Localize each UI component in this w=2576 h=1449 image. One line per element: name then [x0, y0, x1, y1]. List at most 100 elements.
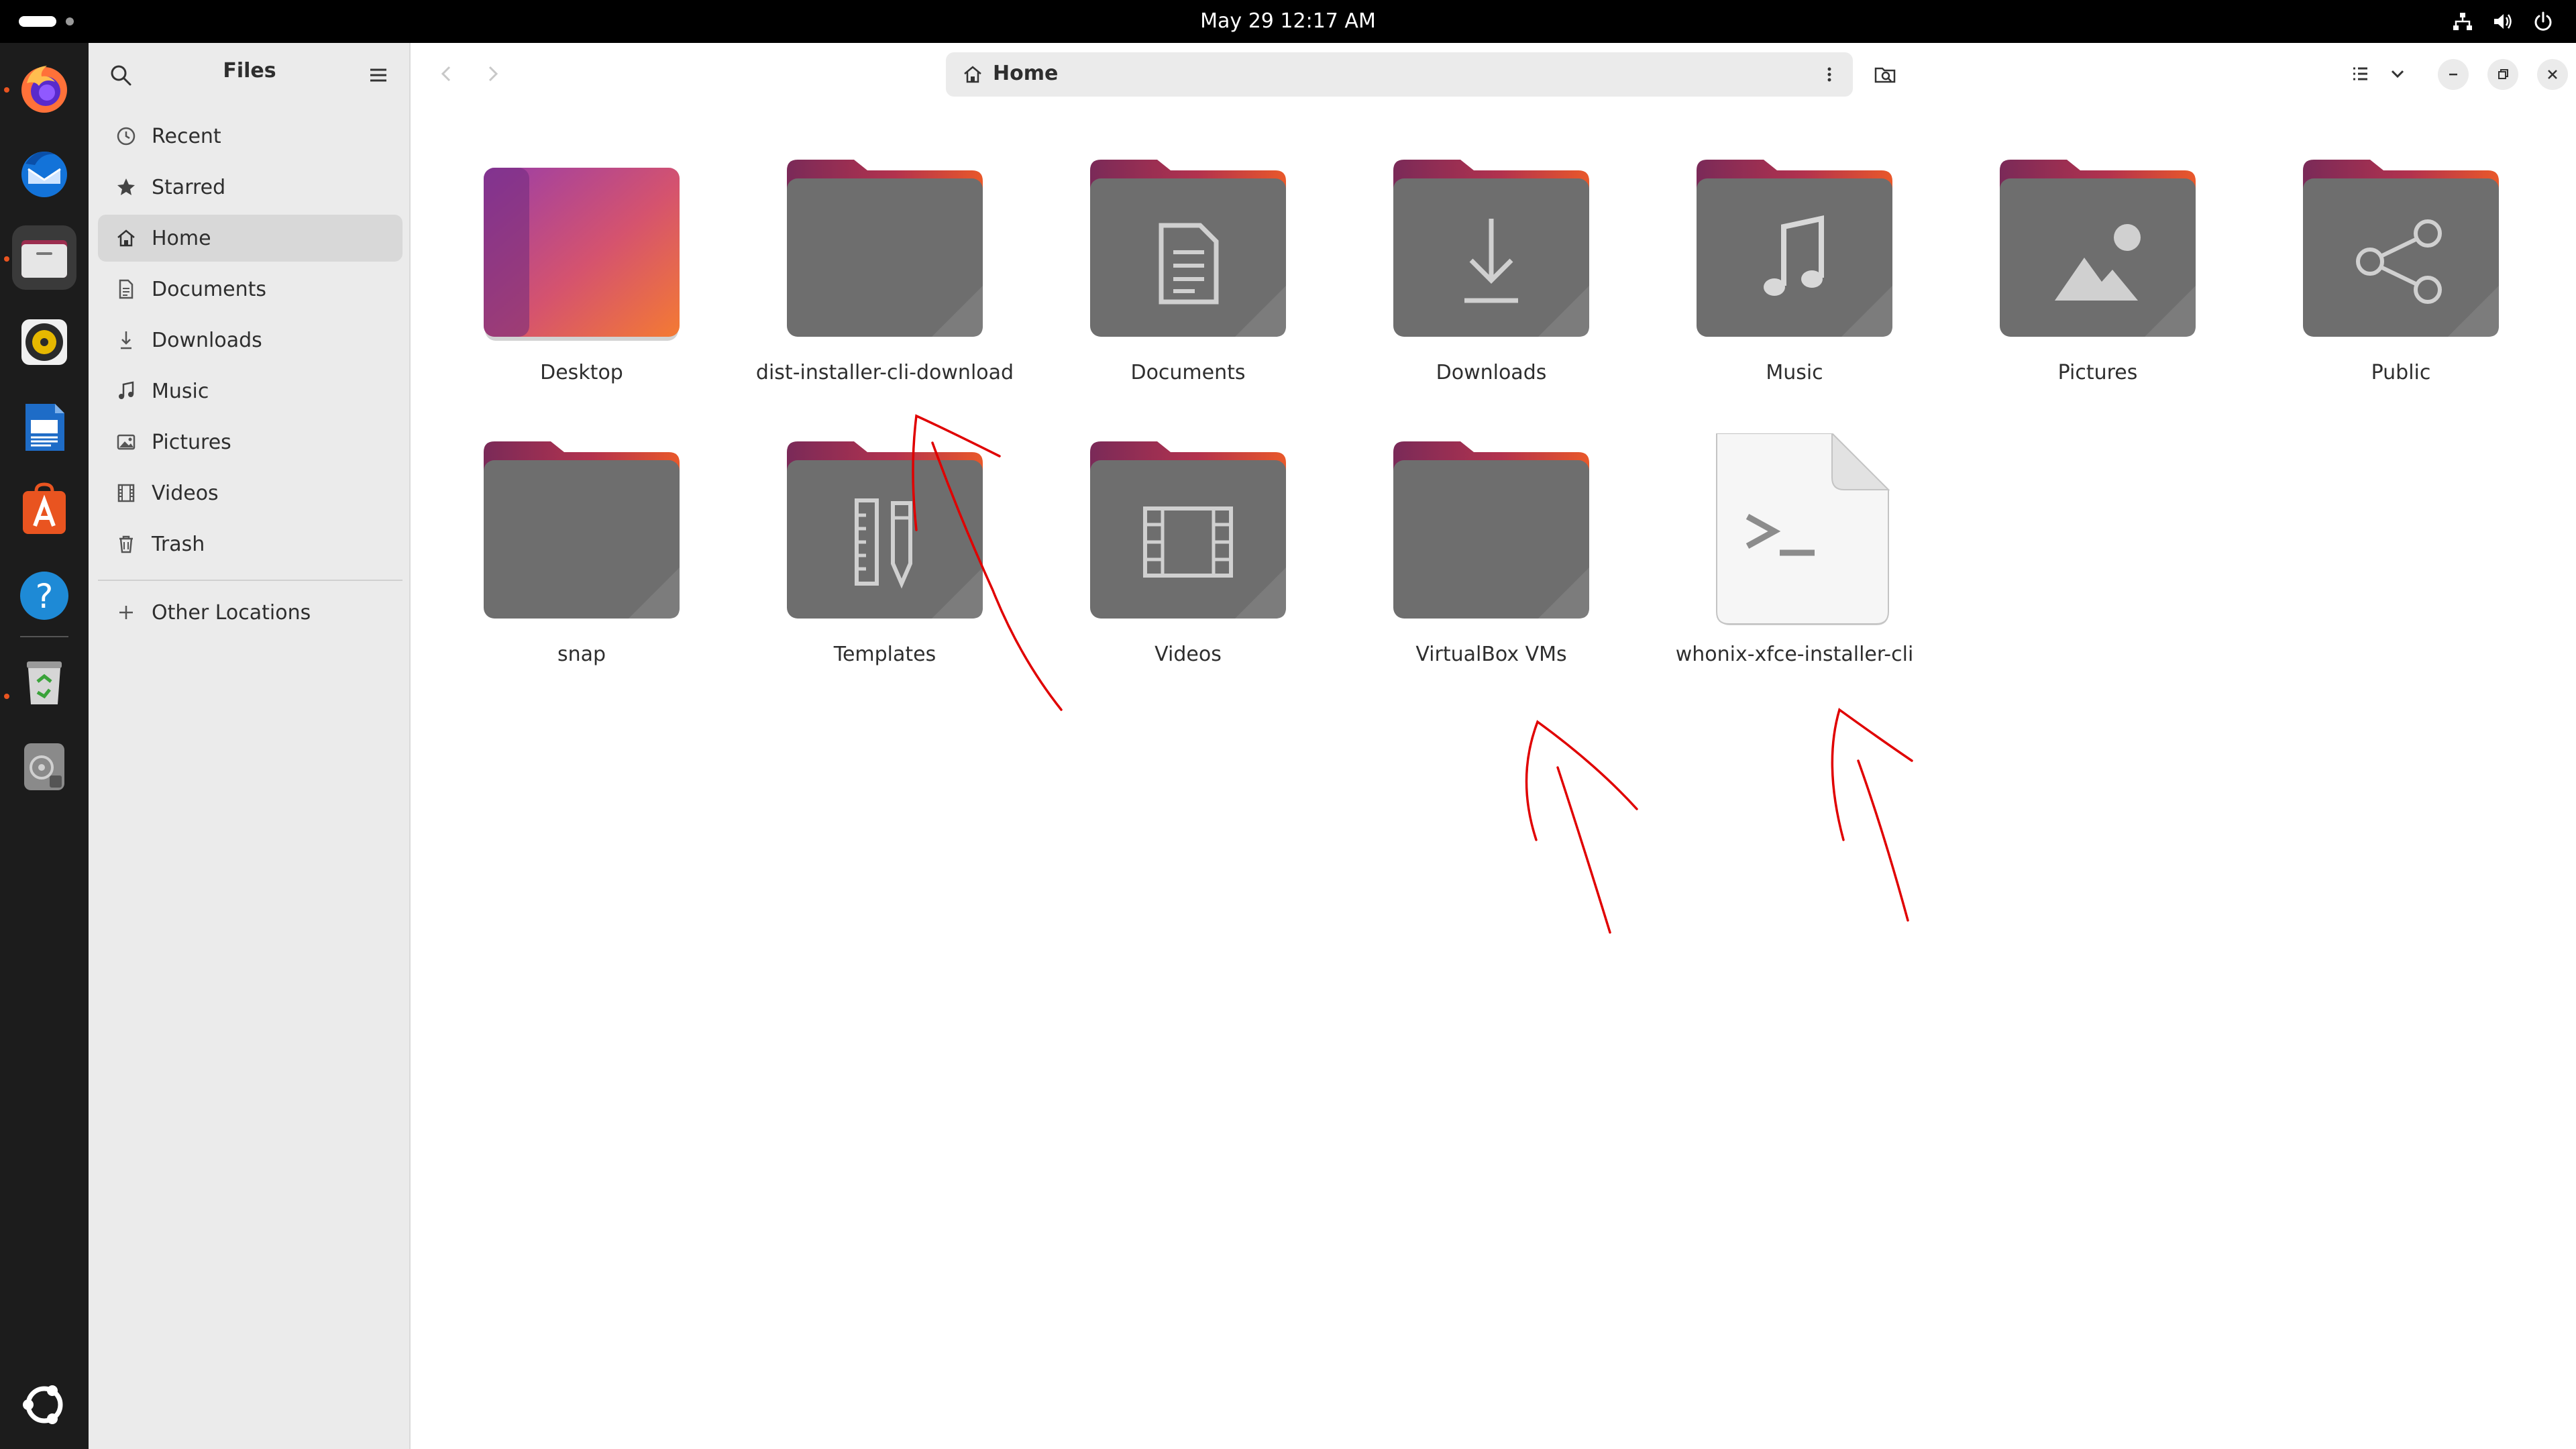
sidebar-item-label: Starred	[152, 175, 226, 199]
document-icon	[119, 279, 133, 299]
back-button[interactable]	[433, 60, 460, 87]
sidebar-item-documents[interactable]: Documents	[98, 266, 402, 313]
templates-folder-icon	[784, 433, 985, 628]
file-label: Public	[2371, 361, 2431, 384]
firefox-icon	[21, 66, 67, 113]
folder-icon	[481, 433, 682, 628]
sidebar-item-label: Downloads	[152, 328, 262, 352]
list-view-button[interactable]	[2347, 60, 2373, 87]
forward-button[interactable]	[479, 60, 506, 87]
chevron-down-icon	[2391, 70, 2404, 78]
file-label: Documents	[1130, 361, 1246, 384]
writer-icon	[25, 404, 64, 451]
sidebar-item-label: Pictures	[152, 430, 231, 454]
file-item-snap[interactable]: snap	[437, 433, 726, 688]
file-label: Videos	[1155, 643, 1222, 666]
running-indicator	[4, 694, 9, 699]
view-options-dropdown[interactable]	[2384, 60, 2411, 87]
location-bar[interactable]: Home	[946, 52, 1853, 97]
dock-libreoffice-writer[interactable]	[12, 394, 76, 459]
maximize-button[interactable]	[2487, 59, 2518, 90]
close-button[interactable]	[2537, 59, 2568, 90]
header-bar: Home	[411, 43, 2576, 105]
hamburger-menu-icon[interactable]	[365, 62, 392, 89]
volume-icon[interactable]	[2491, 10, 2514, 33]
dock-help[interactable]: ?	[12, 564, 76, 628]
sidebar-item-recent[interactable]: Recent	[98, 113, 402, 160]
file-item-public[interactable]: Public	[2257, 152, 2545, 407]
kebab-menu-icon[interactable]	[1818, 63, 1841, 86]
close-icon	[2548, 70, 2557, 79]
minimize-icon	[2449, 73, 2457, 76]
restore-icon	[2498, 69, 2508, 79]
sidebar-header: Files	[89, 43, 411, 105]
sidebar-item-home[interactable]: Home	[98, 215, 402, 262]
downloads-folder-icon	[1391, 152, 1592, 346]
file-item-templates[interactable]: Templates	[741, 433, 1029, 688]
system-tray[interactable]	[2451, 9, 2555, 34]
file-label: Desktop	[540, 361, 623, 384]
sidebar-item-trash[interactable]: Trash	[98, 521, 402, 568]
dock-app-center[interactable]	[12, 479, 76, 543]
home-icon	[964, 66, 981, 83]
chevron-right-icon	[488, 66, 498, 82]
sidebar-item-starred[interactable]: Starred	[98, 164, 402, 211]
dock-files[interactable]	[12, 225, 76, 290]
dock-rhythmbox[interactable]	[12, 310, 76, 374]
sidebar-item-label: Music	[152, 379, 209, 403]
videos-folder-icon	[1087, 433, 1289, 628]
sidebar-item-label: Videos	[152, 481, 219, 505]
file-item-downloads[interactable]: Downloads	[1347, 152, 1635, 407]
file-item-dist-installer-cli-download[interactable]: dist-installer-cli-download	[741, 152, 1029, 407]
sidebar-item-other-locations[interactable]: Other Locations	[98, 589, 402, 636]
sidebar-item-label: Home	[152, 226, 211, 250]
running-indicator	[4, 87, 9, 93]
file-item-videos[interactable]: Videos	[1044, 433, 1332, 688]
sidebar-title: Files	[223, 59, 276, 83]
file-item-documents[interactable]: Documents	[1044, 152, 1332, 407]
documents-folder-icon	[1087, 152, 1289, 346]
network-icon[interactable]	[2451, 10, 2474, 33]
search-files-button[interactable]	[1872, 60, 1898, 87]
minimize-button[interactable]	[2438, 59, 2469, 90]
desktop-folder-icon	[481, 152, 682, 346]
file-label: VirtualBox VMs	[1415, 643, 1567, 666]
file-label: Downloads	[1436, 361, 1547, 384]
disk-icon	[24, 743, 64, 790]
music-icon	[119, 381, 134, 399]
sidebar-item-music[interactable]: Music	[98, 368, 402, 415]
home-icon	[117, 229, 135, 247]
dock-show-apps[interactable]	[12, 1373, 76, 1437]
sidebar-item-downloads[interactable]: Downloads	[98, 317, 402, 364]
path-label[interactable]: Home	[993, 62, 1058, 85]
thunderbird-icon	[21, 152, 67, 197]
list-view-icon	[2353, 67, 2367, 80]
star-icon	[117, 178, 135, 195]
svg-text:?: ?	[36, 577, 54, 616]
dock-disk[interactable]	[12, 734, 76, 798]
file-item-virtualbox-vms[interactable]: VirtualBox VMs	[1347, 433, 1635, 688]
sidebar-item-label: Trash	[152, 532, 205, 556]
dock-firefox[interactable]	[12, 56, 76, 121]
running-indicator	[4, 256, 9, 262]
file-item-desktop[interactable]: Desktop	[437, 152, 726, 407]
file-label: Pictures	[2057, 361, 2138, 384]
clock[interactable]: May 29 12:17 AM	[0, 7, 2576, 36]
dock-thunderbird[interactable]	[12, 141, 76, 205]
sidebar: Files Recent Starred Home Documents Down…	[89, 43, 411, 1449]
power-icon[interactable]	[2532, 10, 2555, 33]
folder-icon	[784, 152, 985, 346]
trash-icon	[119, 535, 133, 553]
plus-icon	[119, 606, 133, 619]
file-item-music[interactable]: Music	[1650, 152, 1939, 407]
download-icon	[121, 331, 131, 350]
sidebar-item-videos[interactable]: Videos	[98, 470, 402, 517]
top-bar: May 29 12:17 AM	[0, 0, 2576, 43]
folder-icon	[1391, 433, 1592, 628]
dock-trash[interactable]	[12, 649, 76, 714]
sidebar-divider	[98, 580, 402, 581]
file-item-pictures[interactable]: Pictures	[1953, 152, 2242, 407]
file-label: snap	[557, 643, 606, 666]
sidebar-item-pictures[interactable]: Pictures	[98, 419, 402, 466]
file-item-whonix-xfce-installer-cli[interactable]: whonix-xfce-installer-cli	[1650, 433, 1939, 688]
